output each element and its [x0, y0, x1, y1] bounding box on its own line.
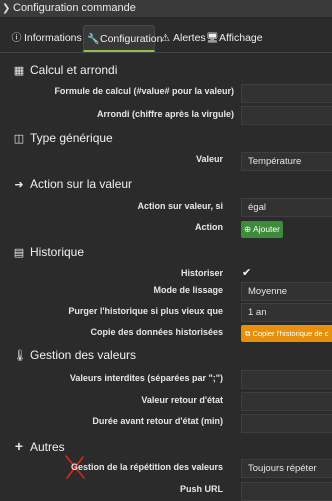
valeur-select[interactable]: Température	[241, 152, 332, 171]
section-calcul: ▦ Calcul et arrondi	[13, 63, 118, 77]
repetition-label: Gestion de la répétition des valeurs	[70, 462, 223, 472]
purger-select[interactable]: 1 an	[241, 303, 332, 322]
interdites-label: Valeurs interdites (séparées par ";")	[69, 373, 223, 383]
copie-label: Copie des données historisées	[90, 327, 223, 337]
tab-affichage[interactable]: 🖥Affichage	[203, 25, 263, 52]
repetition-select[interactable]: Toujours répéter	[241, 459, 332, 478]
info-circle-icon: ⓘ	[11, 33, 22, 44]
section-gestion: 🌡 Gestion des valeurs	[13, 348, 137, 362]
historiser-label: Historiser	[180, 268, 223, 278]
tab-informations[interactable]: ⓘ Informations	[8, 25, 82, 52]
formule-input[interactable]	[241, 84, 332, 103]
lissage-select[interactable]: Moyenne	[241, 282, 332, 301]
building-icon: ◫	[13, 133, 25, 145]
window-titlebar: ❯ Configuration commande	[0, 0, 332, 18]
interdites-input[interactable]	[241, 370, 332, 389]
area-chart-icon: ▤	[13, 247, 25, 259]
arrondi-input[interactable]	[241, 106, 332, 125]
window-title: Configuration commande	[13, 2, 136, 14]
warning-icon: ⚠	[161, 33, 170, 44]
desktop-icon: 🖥	[206, 33, 219, 44]
action-si-label: Action sur valeur, si	[137, 201, 223, 211]
arrondi-label: Arrondi (chiffre après la virgule)	[96, 109, 234, 119]
wrench-icon: 🔧	[87, 34, 100, 45]
push-url-label: Push URL	[179, 484, 223, 494]
section-historique: ▤ Historique	[13, 245, 85, 259]
copy-icon: ⧉	[245, 329, 251, 338]
retour-input[interactable]	[241, 392, 332, 411]
plus-icon: +	[14, 438, 24, 454]
tab-alertes[interactable]: ⚠ Alertes	[157, 25, 206, 52]
valeur-label: Valeur	[195, 154, 223, 164]
duree-label: Durée avant retour d'état (min)	[92, 416, 223, 426]
purger-label: Purger l'historique si plus vieux que	[68, 306, 223, 316]
duree-input[interactable]	[241, 414, 332, 433]
formule-label: Formule de calcul (#value# pour la valeu…	[54, 86, 234, 96]
tab-configuration[interactable]: 🔧Configuration	[83, 25, 162, 52]
section-autres: + Autres	[14, 438, 65, 454]
ajouter-button[interactable]: ⊕ Ajouter	[241, 221, 283, 238]
retour-label: Valeur retour d'état	[141, 395, 223, 405]
section-action: ➜ Action sur la valeur	[14, 177, 133, 191]
sign-in-icon: ➜	[14, 179, 24, 191]
table-icon: ▦	[13, 65, 25, 77]
action-label: Action	[195, 222, 223, 232]
action-si-select[interactable]: égal	[241, 198, 332, 217]
section-type: ◫ Type générique	[13, 131, 113, 145]
thermometer-icon: 🌡	[13, 350, 27, 362]
copier-historique-button[interactable]: ⧉ Copier l'historique de c	[241, 325, 332, 342]
historiser-checkbox[interactable]: ✔	[242, 266, 251, 279]
tab-bar: ⓘ Informations 🔧Configuration ⚠ Alertes 🖥A…	[0, 18, 332, 53]
lissage-label: Mode de lissage	[153, 285, 223, 295]
plus-circle-icon: ⊕	[244, 224, 252, 234]
chevron-right-icon[interactable]: ❯	[2, 0, 10, 17]
push-url-input[interactable]	[241, 482, 332, 501]
